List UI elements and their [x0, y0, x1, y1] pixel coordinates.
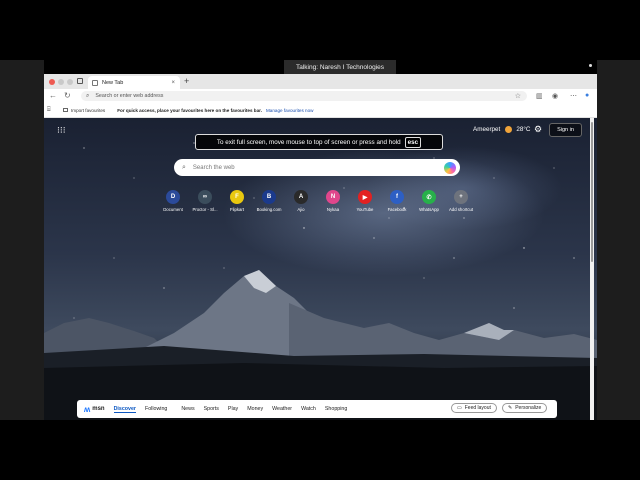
tab-news[interactable]: News — [181, 406, 194, 412]
feed-layout-button[interactable]: ▭ Feed layout — [451, 403, 497, 413]
shortcut-tile[interactable]: ✆ WhatsApp — [413, 190, 445, 212]
address-placeholder: Search or enter web address — [95, 93, 164, 99]
shortcut-tile[interactable]: f Facebook — [381, 190, 413, 212]
collections-icon[interactable]: ▥ — [536, 92, 543, 100]
shortcut-icon: N — [326, 190, 340, 204]
refresh-icon[interactable]: ↻ — [64, 91, 71, 100]
back-icon[interactable]: ← — [49, 91, 57, 100]
tab-shopping[interactable]: Shopping — [325, 406, 347, 412]
page-scrollbar[interactable] — [590, 118, 594, 420]
msn-butterfly-icon: ʍ — [84, 404, 91, 414]
msn-feed-bar: ʍ msn Discover Following News Sports Pla… — [77, 400, 557, 418]
manage-favourites-link[interactable]: Manage favourites now — [266, 108, 314, 113]
shortcut-tile[interactable]: ▶ YouTube — [349, 190, 381, 212]
talking-indicator: Talking: Naresh I Technologies — [284, 60, 396, 74]
shortcut-label: WhatsApp — [419, 207, 439, 212]
favourite-star-icon[interactable]: ☆ — [515, 92, 521, 100]
tab-money[interactable]: Money — [247, 406, 263, 412]
favourites-menu-icon[interactable]: ⌸ — [47, 107, 51, 114]
shortcut-icon: ∞ — [198, 190, 212, 204]
sign-in-button[interactable]: Sign in — [549, 123, 582, 137]
feed-layout-label: Feed layout — [464, 405, 491, 411]
shortcut-label: Proctor - Sl... — [192, 207, 218, 212]
tab-following[interactable]: Following — [145, 406, 167, 412]
shortcut-icon: ▶ — [358, 190, 372, 204]
shortcut-label: Booking.com — [256, 207, 282, 212]
new-tab-button[interactable]: + — [184, 76, 189, 86]
more-menu-icon[interactable]: ⋯ — [570, 92, 577, 100]
import-favourites-label: Import favourites — [71, 107, 106, 113]
web-search-box[interactable]: ⌕ Search the web — [174, 159, 460, 176]
personalize-label: Personalize — [515, 405, 542, 411]
weather-widget[interactable]: Ameerpet 28°C — [473, 126, 530, 133]
shortcut-label: Ajio — [297, 207, 305, 212]
shortcut-tile[interactable]: ∞ Proctor - Sl... — [189, 190, 221, 212]
msn-logo-text: msn — [92, 406, 105, 412]
address-bar[interactable]: ⌕ Search or enter web address ☆ — [81, 91, 527, 101]
shortcut-label: Document — [163, 207, 183, 212]
gear-icon[interactable]: ⚙ — [534, 124, 542, 135]
shortcut-icon: F — [230, 190, 244, 204]
copilot-sidebar-icon[interactable]: ● — [585, 92, 589, 99]
esc-key: esc — [404, 136, 422, 148]
shortcut-icon: B — [262, 190, 276, 204]
tab-new-tab[interactable]: New Tab × — [88, 76, 180, 89]
search-icon: ⌕ — [182, 163, 186, 171]
tab-play[interactable]: Play — [228, 406, 238, 412]
meeting-sidebar-right — [597, 60, 640, 420]
shortcut-icon: f — [390, 190, 404, 204]
personalize-icon: ✎ — [508, 405, 513, 411]
fullscreen-text: To exit full screen, move mouse to top o… — [216, 138, 401, 146]
shortcut-label: Flipkart — [229, 207, 245, 212]
shortcut-label: Add shortcut — [448, 207, 474, 212]
shortcut-label: Facebook — [387, 207, 407, 212]
profile-icon[interactable]: ◉ — [552, 92, 558, 100]
shortcut-icon: A — [294, 190, 308, 204]
shortcut-icon: + — [454, 190, 468, 204]
minimize-window-icon[interactable] — [58, 78, 64, 85]
tab-close-icon[interactable]: × — [171, 80, 175, 86]
shortcut-label: YouTube — [356, 207, 374, 212]
sun-icon — [505, 126, 513, 133]
tab-bar: New Tab × + — [44, 74, 597, 89]
tab-title: New Tab — [102, 79, 124, 86]
new-tab-page: ⁝⁝⁝ Ameerpet 28°C ⚙ Sign in To exit full… — [44, 118, 597, 420]
scrollbar-thumb[interactable] — [591, 122, 593, 262]
shortcut-tile[interactable]: B Booking.com — [253, 190, 285, 212]
browser-window: New Tab × + ← ↻ ⌕ Search or enter web ad… — [44, 74, 597, 420]
copilot-icon[interactable] — [444, 161, 456, 174]
shortcut-tile[interactable]: N Nykaa — [317, 190, 349, 212]
favourites-message: For quick access, place your favourites … — [117, 107, 262, 113]
tab-watch[interactable]: Watch — [301, 406, 316, 412]
tab-favicon-icon — [92, 79, 98, 86]
search-placeholder: Search the web — [192, 164, 235, 171]
shortcut-tile[interactable]: + Add shortcut — [445, 190, 477, 212]
shortcut-label: Nykaa — [326, 207, 340, 212]
import-favourites-button[interactable]: Import favourites — [63, 108, 105, 113]
fullscreen-message: To exit full screen, move mouse to top o… — [195, 134, 443, 150]
msn-logo[interactable]: ʍ msn — [84, 405, 105, 414]
tab-sports[interactable]: Sports — [204, 406, 219, 412]
shortcut-tile[interactable]: D Document — [157, 190, 189, 212]
location-label: Ameerpet — [473, 126, 501, 133]
shortcut-tile[interactable]: A Ajio — [285, 190, 317, 212]
shortcut-tile[interactable]: F Flipkart — [221, 190, 253, 212]
address-row: ← ↻ ⌕ Search or enter web address ☆ ▥ ◉ … — [44, 89, 597, 103]
tab-actions-icon[interactable] — [77, 78, 83, 84]
favourites-bar: ⌸ Import favourites For quick access, pl… — [44, 103, 597, 118]
temperature-label: 28°C — [516, 126, 531, 133]
folder-icon — [63, 108, 68, 112]
shortcut-icon: D — [166, 190, 180, 204]
meeting-sidebar-left — [0, 60, 44, 420]
shortcut-icon: ✆ — [422, 190, 436, 204]
personalize-button[interactable]: ✎ Personalize — [502, 403, 548, 413]
window-dot-icon — [589, 64, 592, 67]
feed-layout-icon: ▭ — [457, 405, 462, 411]
close-window-icon[interactable] — [49, 78, 55, 85]
apps-grid-icon[interactable]: ⁝⁝⁝ — [57, 125, 66, 136]
maximize-window-icon[interactable] — [67, 78, 73, 85]
tab-discover[interactable]: Discover — [113, 406, 136, 413]
search-icon: ⌕ — [86, 92, 90, 99]
tab-weather[interactable]: Weather — [272, 406, 292, 412]
